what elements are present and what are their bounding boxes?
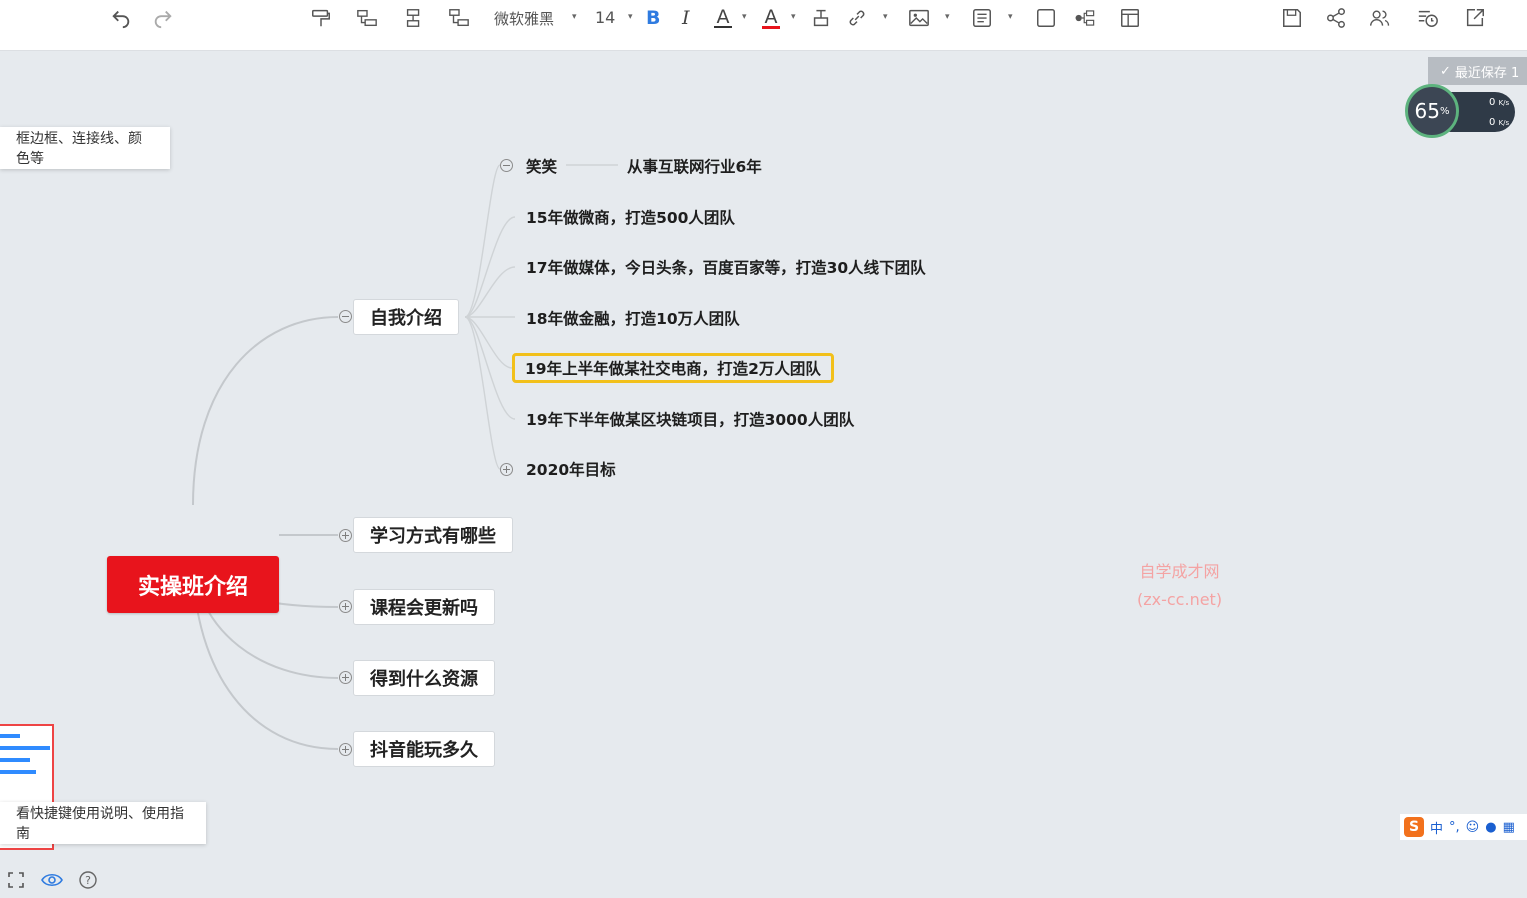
font-family-select[interactable]: 微软雅黑 [494,8,554,29]
font-size-select[interactable]: 14 [595,8,615,27]
expand-toggle-icon[interactable] [500,463,513,476]
check-circle-icon: ✓ [1440,63,1451,79]
redo-icon[interactable] [152,6,174,30]
bottom-controls: ? [6,870,98,894]
branch-resources[interactable]: 得到什么资源 [353,660,495,696]
chevron-down-icon[interactable]: ▾ [628,12,633,22]
format-painter-icon[interactable] [310,6,332,30]
topic-2019-h1-selected[interactable]: 19年上半年做某社交电商，打造2万人团队 [512,353,834,383]
chevron-down-icon[interactable]: ▾ [572,12,577,22]
topic-2020-goal[interactable]: 2020年目标 [526,457,616,481]
export-icon[interactable] [1464,6,1486,30]
microphone-icon[interactable]: ● [1485,820,1496,835]
watermark: 自学成才网 (zx-cc.net) [1137,558,1222,614]
structure-icon[interactable] [1074,6,1096,30]
share-icon[interactable] [1325,6,1347,30]
branch-course-updates[interactable]: 课程会更新吗 [353,589,495,625]
watermark-line2: (zx-cc.net) [1137,590,1223,609]
save-status-text: 最近保存 1 [1454,65,1520,81]
branch-self-intro[interactable]: 自我介绍 [353,299,459,335]
collapse-toggle-icon[interactable] [500,159,513,172]
memory-percent-unit: % [1439,105,1450,117]
fullscreen-icon[interactable] [6,870,26,894]
tooltip-bottom: 看快捷键使用说明、使用指南 [0,802,206,844]
help-icon[interactable]: ? [78,870,98,894]
tooltip-top-text: 框边框、连接线、颜色等 [16,131,142,167]
branch-learning-methods[interactable]: 学习方式有哪些 [353,517,513,553]
branch-douyin[interactable]: 抖音能玩多久 [353,731,495,767]
italic-button[interactable]: I [682,6,690,30]
tooltip-top: 框边框、连接线、颜色等 [0,127,170,169]
emoji-icon[interactable]: ☺ [1466,820,1480,835]
expand-toggle-icon[interactable] [339,529,352,542]
toolbar: 微软雅黑 ▾ 14 ▾ B I A ▾ A ▾ ▾ ▾ ▾ [0,0,1527,51]
highlight-color-button[interactable]: A [762,6,780,30]
memory-percent: 65% [1405,84,1459,138]
chevron-down-icon[interactable]: ▾ [742,12,747,22]
upload-rate: 0 K/s [1489,97,1510,108]
link-icon[interactable] [846,6,868,30]
ime-logo: S [1404,817,1424,837]
insert-sibling-icon[interactable] [403,6,425,30]
download-rate: 0 K/s [1489,117,1510,128]
connector-lines [192,164,618,750]
ime-toolbar[interactable]: S 中 °, ☺ ● ▦ [1400,814,1527,840]
ime-language[interactable]: 中 [1430,818,1443,837]
clear-format-icon[interactable] [810,6,832,30]
history-icon[interactable] [1417,6,1439,30]
chevron-down-icon[interactable]: ▾ [945,12,950,22]
chevron-down-icon[interactable]: ▾ [791,12,796,22]
save-icon[interactable] [1281,6,1303,30]
expand-toggle-icon[interactable] [339,743,352,756]
chevron-down-icon[interactable]: ▾ [1008,12,1013,22]
eye-icon[interactable] [40,870,64,894]
keyboard-icon[interactable]: ▦ [1503,820,1515,835]
expand-toggle-icon[interactable] [339,600,352,613]
tooltip-bottom-text: 看快捷键使用说明、使用指南 [16,806,184,842]
mindmap-canvas[interactable]: 实操班介绍 自我介绍 学习方式有哪些 课程会更新吗 得到什么资源 抖音能玩多久 … [0,51,1527,898]
memory-percent-value: 65 [1414,99,1440,123]
expand-toggle-icon[interactable] [339,671,352,684]
performance-gauge: 65% 0 K/s 0 K/s [1405,84,1517,140]
image-icon[interactable] [908,6,930,30]
chevron-down-icon[interactable]: ▾ [883,12,888,22]
topic-2015[interactable]: 15年做微商，打造500人团队 [526,205,735,229]
svg-text:?: ? [85,874,91,887]
undo-icon[interactable] [110,6,132,30]
watermark-line1: 自学成才网 [1139,562,1220,581]
insert-child-icon[interactable] [356,6,378,30]
topic-2019-h2[interactable]: 19年下半年做某区块链项目，打造3000人团队 [526,407,854,431]
text-color-button[interactable]: A [714,6,732,30]
topic-2017[interactable]: 17年做媒体，今日头条，百度百家等，打造30人线下团队 [526,255,926,279]
save-status: ✓ 最近保存 1 [1428,57,1527,85]
punctuation-icon[interactable]: °, [1449,820,1460,835]
collaborate-icon[interactable] [1369,6,1391,30]
topic-2018[interactable]: 18年做金融，打造10万人团队 [526,306,740,330]
border-shape-icon[interactable] [1035,6,1057,30]
topic-industry-years[interactable]: 从事互联网行业6年 [627,154,762,178]
root-node[interactable]: 实操班介绍 [107,556,279,613]
insert-parent-icon[interactable] [448,6,470,30]
bold-button[interactable]: B [646,6,660,30]
topic-xiaoxiao[interactable]: 笑笑 [526,154,557,178]
note-icon[interactable] [971,6,993,30]
layout-icon[interactable] [1119,6,1141,30]
collapse-toggle-icon[interactable] [339,310,352,323]
